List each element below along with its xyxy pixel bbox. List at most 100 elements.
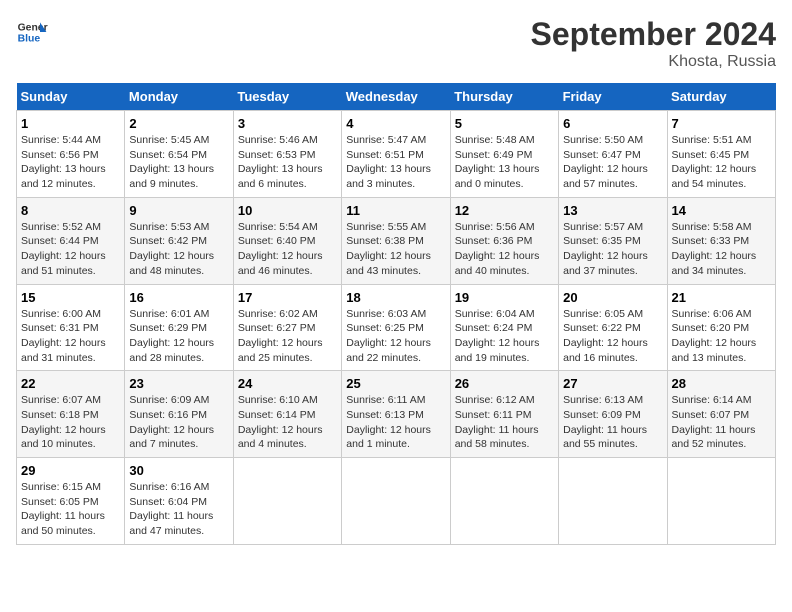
day-cell: 17Sunrise: 6:02 AM Sunset: 6:27 PM Dayli… <box>233 284 341 371</box>
day-number: 30 <box>129 463 228 478</box>
day-cell: 4Sunrise: 5:47 AM Sunset: 6:51 PM Daylig… <box>342 111 450 198</box>
column-header-thursday: Thursday <box>450 83 558 111</box>
day-number: 13 <box>563 203 662 218</box>
day-cell: 2 Sunrise: 5:45 AM Sunset: 6:54 PM Daylig… <box>125 111 233 198</box>
day-info: Sunrise: 5:55 AM Sunset: 6:38 PM Dayligh… <box>346 220 445 279</box>
day-info: Sunrise: 6:07 AM Sunset: 6:18 PM Dayligh… <box>21 393 120 452</box>
day-number: 4 <box>346 116 445 131</box>
day-number: 29 <box>21 463 120 478</box>
day-info: Sunrise: 5:56 AM Sunset: 6:36 PM Dayligh… <box>455 220 554 279</box>
column-header-friday: Friday <box>559 83 667 111</box>
day-info: Sunrise: 6:09 AM Sunset: 6:16 PM Dayligh… <box>129 393 228 452</box>
day-cell: 27 Sunrise: 6:13 AM Sunset: 6:09 PM Dayli… <box>559 371 667 458</box>
day-cell: 18 Sunrise: 6:03 AM Sunset: 6:25 PM Dayli… <box>342 284 450 371</box>
day-number: 6 <box>563 116 662 131</box>
day-info: Sunrise: 5:44 AM Sunset: 6:56 PM Dayligh… <box>21 133 120 192</box>
day-cell <box>450 458 558 545</box>
day-cell: 11Sunrise: 5:55 AM Sunset: 6:38 PM Dayli… <box>342 197 450 284</box>
day-info: Sunrise: 6:10 AM Sunset: 6:14 PM Dayligh… <box>238 393 337 452</box>
day-number: 24 <box>238 376 337 391</box>
day-info: Sunrise: 6:12 AM Sunset: 6:11 PM Dayligh… <box>455 393 554 452</box>
day-number: 7 <box>672 116 771 131</box>
day-number: 17 <box>238 290 337 305</box>
day-info: Sunrise: 5:58 AM Sunset: 6:33 PM Dayligh… <box>672 220 771 279</box>
day-number: 1 <box>21 116 120 131</box>
week-row-1: 1 Sunrise: 5:44 AM Sunset: 6:56 PM Daylig… <box>17 111 776 198</box>
logo-icon: General Blue <box>16 16 48 48</box>
day-cell: 20 Sunrise: 6:05 AM Sunset: 6:22 PM Dayli… <box>559 284 667 371</box>
day-cell: 29 Sunrise: 6:15 AM Sunset: 6:05 PM Dayli… <box>17 458 125 545</box>
day-cell: 19Sunrise: 6:04 AM Sunset: 6:24 PM Dayli… <box>450 284 558 371</box>
day-number: 10 <box>238 203 337 218</box>
day-info: Sunrise: 5:52 AM Sunset: 6:44 PM Dayligh… <box>21 220 120 279</box>
day-number: 9 <box>129 203 228 218</box>
week-row-5: 29 Sunrise: 6:15 AM Sunset: 6:05 PM Dayli… <box>17 458 776 545</box>
day-cell: 6 Sunrise: 5:50 AM Sunset: 6:47 PM Daylig… <box>559 111 667 198</box>
location: Khosta, Russia <box>531 53 776 71</box>
day-cell: 5 Sunrise: 5:48 AM Sunset: 6:49 PM Daylig… <box>450 111 558 198</box>
day-info: Sunrise: 5:45 AM Sunset: 6:54 PM Dayligh… <box>129 133 228 192</box>
day-cell: 22 Sunrise: 6:07 AM Sunset: 6:18 PM Dayli… <box>17 371 125 458</box>
day-cell <box>342 458 450 545</box>
day-number: 22 <box>21 376 120 391</box>
day-info: Sunrise: 5:46 AM Sunset: 6:53 PM Dayligh… <box>238 133 337 192</box>
day-cell <box>667 458 775 545</box>
day-number: 5 <box>455 116 554 131</box>
svg-text:Blue: Blue <box>18 34 41 45</box>
month-title: September 2024 <box>531 16 776 53</box>
column-header-wednesday: Wednesday <box>342 83 450 111</box>
day-cell: 3 Sunrise: 5:46 AM Sunset: 6:53 PM Daylig… <box>233 111 341 198</box>
day-cell: 16 Sunrise: 6:01 AM Sunset: 6:29 PM Dayli… <box>125 284 233 371</box>
day-info: Sunrise: 5:50 AM Sunset: 6:47 PM Dayligh… <box>563 133 662 192</box>
day-cell: 26Sunrise: 6:12 AM Sunset: 6:11 PM Dayli… <box>450 371 558 458</box>
day-cell: 15 Sunrise: 6:00 AM Sunset: 6:31 PM Dayli… <box>17 284 125 371</box>
day-number: 12 <box>455 203 554 218</box>
day-info: Sunrise: 6:06 AM Sunset: 6:20 PM Dayligh… <box>672 307 771 366</box>
day-cell: 7 Sunrise: 5:51 AM Sunset: 6:45 PM Daylig… <box>667 111 775 198</box>
day-info: Sunrise: 5:51 AM Sunset: 6:45 PM Dayligh… <box>672 133 771 192</box>
day-cell: 1 Sunrise: 5:44 AM Sunset: 6:56 PM Daylig… <box>17 111 125 198</box>
day-number: 28 <box>672 376 771 391</box>
day-info: Sunrise: 5:53 AM Sunset: 6:42 PM Dayligh… <box>129 220 228 279</box>
day-cell: 13 Sunrise: 5:57 AM Sunset: 6:35 PM Dayli… <box>559 197 667 284</box>
title-section: September 2024 Khosta, Russia <box>531 16 776 71</box>
day-cell: 28Sunrise: 6:14 AM Sunset: 6:07 PM Dayli… <box>667 371 775 458</box>
day-info: Sunrise: 6:04 AM Sunset: 6:24 PM Dayligh… <box>455 307 554 366</box>
day-info: Sunrise: 5:48 AM Sunset: 6:49 PM Dayligh… <box>455 133 554 192</box>
column-header-sunday: Sunday <box>17 83 125 111</box>
day-number: 20 <box>563 290 662 305</box>
day-number: 27 <box>563 376 662 391</box>
day-info: Sunrise: 6:01 AM Sunset: 6:29 PM Dayligh… <box>129 307 228 366</box>
day-cell: 8Sunrise: 5:52 AM Sunset: 6:44 PM Daylig… <box>17 197 125 284</box>
column-header-monday: Monday <box>125 83 233 111</box>
week-row-2: 8Sunrise: 5:52 AM Sunset: 6:44 PM Daylig… <box>17 197 776 284</box>
calendar-header-row: SundayMondayTuesdayWednesdayThursdayFrid… <box>17 83 776 111</box>
day-info: Sunrise: 6:13 AM Sunset: 6:09 PM Dayligh… <box>563 393 662 452</box>
page-header: General Blue September 2024 Khosta, Russ… <box>16 16 776 71</box>
column-header-saturday: Saturday <box>667 83 775 111</box>
day-number: 2 <box>129 116 228 131</box>
day-info: Sunrise: 5:54 AM Sunset: 6:40 PM Dayligh… <box>238 220 337 279</box>
day-number: 14 <box>672 203 771 218</box>
day-cell <box>559 458 667 545</box>
day-info: Sunrise: 6:00 AM Sunset: 6:31 PM Dayligh… <box>21 307 120 366</box>
day-info: Sunrise: 6:05 AM Sunset: 6:22 PM Dayligh… <box>563 307 662 366</box>
day-info: Sunrise: 6:15 AM Sunset: 6:05 PM Dayligh… <box>21 480 120 539</box>
day-number: 18 <box>346 290 445 305</box>
day-info: Sunrise: 6:03 AM Sunset: 6:25 PM Dayligh… <box>346 307 445 366</box>
day-info: Sunrise: 5:57 AM Sunset: 6:35 PM Dayligh… <box>563 220 662 279</box>
day-cell: 14 Sunrise: 5:58 AM Sunset: 6:33 PM Dayli… <box>667 197 775 284</box>
calendar-table: SundayMondayTuesdayWednesdayThursdayFrid… <box>16 83 776 545</box>
day-cell <box>233 458 341 545</box>
day-number: 16 <box>129 290 228 305</box>
day-cell: 9 Sunrise: 5:53 AM Sunset: 6:42 PM Daylig… <box>125 197 233 284</box>
day-number: 21 <box>672 290 771 305</box>
day-cell: 25Sunrise: 6:11 AM Sunset: 6:13 PM Dayli… <box>342 371 450 458</box>
day-number: 15 <box>21 290 120 305</box>
calendar-body: 1 Sunrise: 5:44 AM Sunset: 6:56 PM Daylig… <box>17 111 776 545</box>
day-number: 3 <box>238 116 337 131</box>
week-row-3: 15 Sunrise: 6:00 AM Sunset: 6:31 PM Dayli… <box>17 284 776 371</box>
column-header-tuesday: Tuesday <box>233 83 341 111</box>
day-cell: 10 Sunrise: 5:54 AM Sunset: 6:40 PM Dayli… <box>233 197 341 284</box>
day-cell: 21 Sunrise: 6:06 AM Sunset: 6:20 PM Dayli… <box>667 284 775 371</box>
